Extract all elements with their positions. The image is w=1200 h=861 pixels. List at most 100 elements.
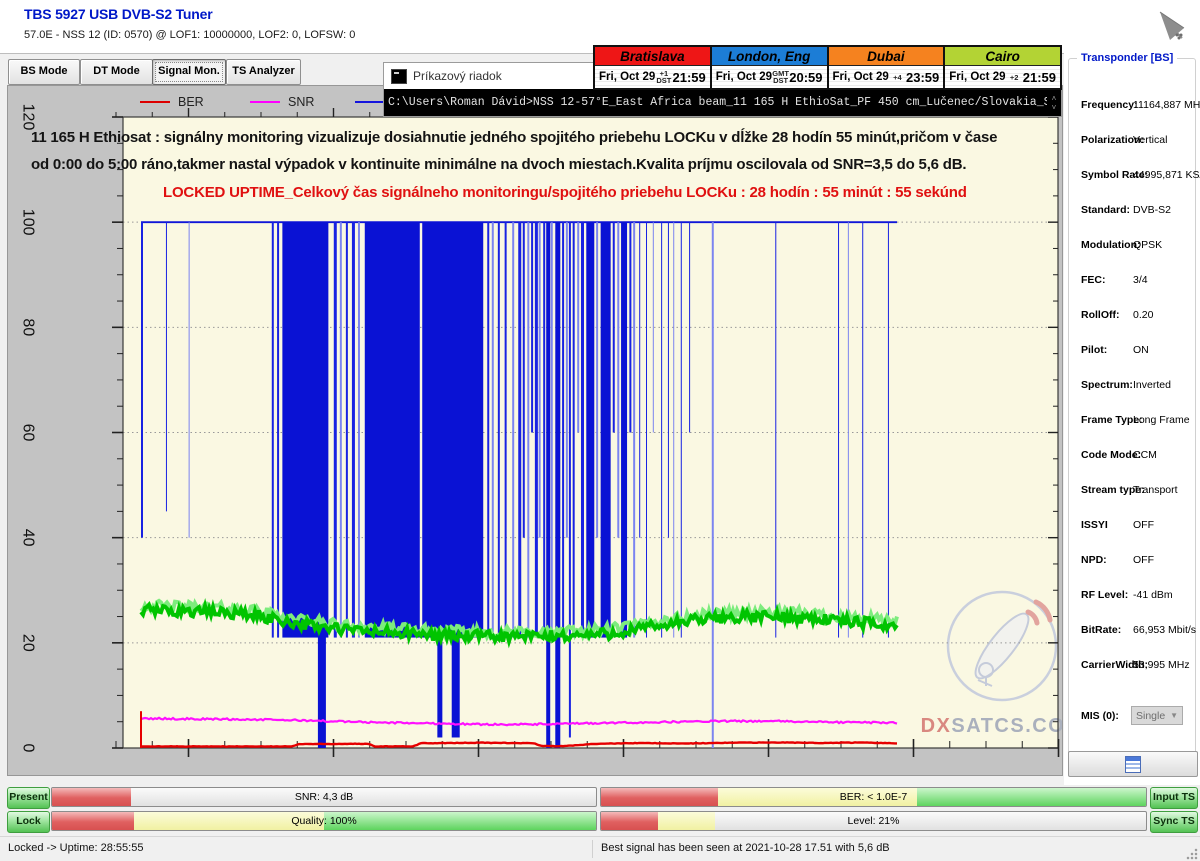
quality-drop: [646, 222, 647, 637]
tp-label-text: RF Level:: [1081, 589, 1128, 601]
cmd-scrollbar[interactable]: ˄ ˅: [1047, 94, 1061, 112]
quality-drop: [566, 222, 568, 538]
chart-annotation-1: 11 165 H Ethiosat : signálny monitoring …: [31, 129, 997, 146]
quality-drop: [543, 222, 545, 637]
quality-drop: [358, 222, 360, 637]
tp-field-value: ON: [1133, 344, 1149, 356]
quality-drop: [888, 222, 889, 637]
tp-label-text: BitRate:: [1081, 624, 1121, 636]
app-subtitle: 57.0E - NSS 12 (ID: 0570) @ LOF1: 100000…: [24, 29, 355, 41]
quality-drop: [512, 222, 514, 637]
quality-drop: [523, 222, 525, 538]
quality-drop: [437, 222, 442, 737]
clock-date: Fri, Oct 29: [949, 71, 1005, 83]
utc-offset: +2: [1010, 74, 1019, 81]
tp-label-text: Modulation:: [1081, 239, 1140, 251]
tp-field-value: 3/4: [1133, 274, 1148, 286]
command-prompt-body[interactable]: C:\Users\Roman Dávid>NSS 12-57°E_East Af…: [384, 89, 1061, 116]
lock-indicator-button[interactable]: Lock: [7, 811, 50, 833]
quality-drop: [668, 222, 669, 538]
quality-drop: [629, 222, 631, 432]
quality-drop: [862, 222, 863, 637]
mis-label: MIS (0):: [1081, 710, 1119, 722]
toolbar-button-signal-mon[interactable]: Signal Mon.: [152, 59, 226, 85]
quality-drop: [551, 222, 553, 637]
utc-offset: +4: [893, 74, 902, 81]
quality-drop: [487, 222, 489, 637]
resize-grip[interactable]: [1186, 848, 1198, 860]
tp-field-value: 0.20: [1133, 309, 1153, 321]
tp-field-label: RF Level:: [1081, 589, 1128, 601]
tp-field-value: Long Frame: [1133, 414, 1190, 426]
clock-offset: +2: [1006, 74, 1023, 81]
toolbar-button-ts-analyzer[interactable]: TS Analyzer (OK): [226, 59, 301, 85]
tp-field-label: Modulation:: [1081, 239, 1140, 251]
y-axis-label: 0: [20, 744, 37, 753]
mis-dropdown[interactable]: Single ▼: [1131, 706, 1183, 725]
quality-drop: [569, 222, 571, 737]
svg-text:DXSATCS.COM: DXSATCS.COM: [921, 715, 1062, 737]
transponder-groupbox: Transponder [BS] Frequency:11164,887 MHz…: [1068, 58, 1196, 760]
quality-drop: [573, 222, 575, 637]
scroll-down-icon[interactable]: ˅: [1052, 103, 1057, 112]
mis-value: Single: [1136, 710, 1165, 722]
clock-cairo: CairoFri, Oct 29+221:59: [943, 47, 1060, 88]
clock-date: Fri, Oct 29: [716, 71, 772, 83]
clock-dubai: DubaiFri, Oct 29+423:59: [827, 47, 944, 88]
quality-drop: [452, 222, 460, 737]
quality-drop: [531, 222, 533, 432]
quality-drop: [661, 222, 662, 637]
toolbar-button-bs-mode[interactable]: BS Mode: [8, 59, 80, 85]
clock-time: 20:59: [789, 70, 822, 85]
quality-drop: [318, 222, 326, 748]
snr-progress-bar: SNR: 4,3 dB: [51, 787, 597, 807]
y-axis-label: 60: [20, 424, 37, 442]
quality-drop: [838, 222, 839, 637]
sync-ts-button[interactable]: Sync TS: [1150, 811, 1198, 833]
y-axis-label: 80: [20, 318, 37, 336]
quality-drop: [334, 222, 337, 637]
chart-annotation-uptime: LOCKED UPTIME_Celkový čas signálneho mon…: [163, 184, 967, 201]
toolbar-button-dt-mode[interactable]: DT Mode: [80, 59, 153, 85]
clock-date: Fri, Oct 29: [599, 71, 655, 83]
quality-drop: [613, 222, 615, 432]
clock-time: 23:59: [906, 70, 939, 85]
clock-city-label: Dubai: [829, 47, 944, 66]
quality-drop: [586, 222, 594, 637]
quality-drop: [633, 222, 635, 637]
transponder-list-button[interactable]: [1068, 751, 1198, 777]
tp-field-label: Spectrum:: [1081, 379, 1133, 391]
clock-time: 21:59: [673, 70, 706, 85]
quality-drop: [365, 222, 420, 637]
best-signal-status: Best signal has been seen at 2021-10-28 …: [601, 842, 890, 854]
clock-time-row: Fri, Oct 29+221:59: [945, 66, 1060, 88]
tp-field-value: 11164,887 MHz: [1133, 99, 1200, 111]
clock-offset: +4: [889, 74, 906, 81]
tp-field-label: ISSYI: [1081, 519, 1108, 531]
tp-field-label: BitRate:: [1081, 624, 1121, 636]
tp-label-text: RollOff:: [1081, 309, 1120, 321]
tp-field-value: OFF: [1133, 519, 1154, 531]
quality-progress-bar: Quality: 100%: [51, 811, 597, 831]
clock-offset: GMTDST: [772, 70, 789, 84]
tp-field-label: FEC:: [1081, 274, 1106, 286]
present-indicator-button[interactable]: Present: [7, 787, 50, 809]
tp-field-label: Pilot:: [1081, 344, 1107, 356]
level-bar-label: Level: 21%: [601, 812, 1146, 830]
cmd-icon: [391, 69, 407, 84]
ber-progress-bar: BER: < 1.0E-7: [600, 787, 1147, 807]
quality-drop: [681, 222, 682, 637]
cmd-command-line: C:\Users\Roman Dávid>NSS 12-57°E_East Af…: [384, 96, 1047, 109]
quality-drop: [653, 222, 654, 432]
scroll-up-icon[interactable]: ˄: [1052, 94, 1057, 103]
chevron-down-icon: ▼: [1170, 711, 1178, 720]
tp-field-value: CCM: [1133, 449, 1157, 461]
level-progress-bar: Level: 21%: [600, 811, 1147, 831]
quality-drop: [492, 222, 494, 637]
quality-drop: [498, 222, 500, 637]
input-ts-button[interactable]: Input TS: [1150, 787, 1198, 809]
snr-bar-label: SNR: 4,3 dB: [52, 788, 596, 806]
clock-city-label: Bratislava: [595, 47, 710, 66]
tp-field-label: RollOff:: [1081, 309, 1120, 321]
quality-drop: [581, 222, 584, 637]
